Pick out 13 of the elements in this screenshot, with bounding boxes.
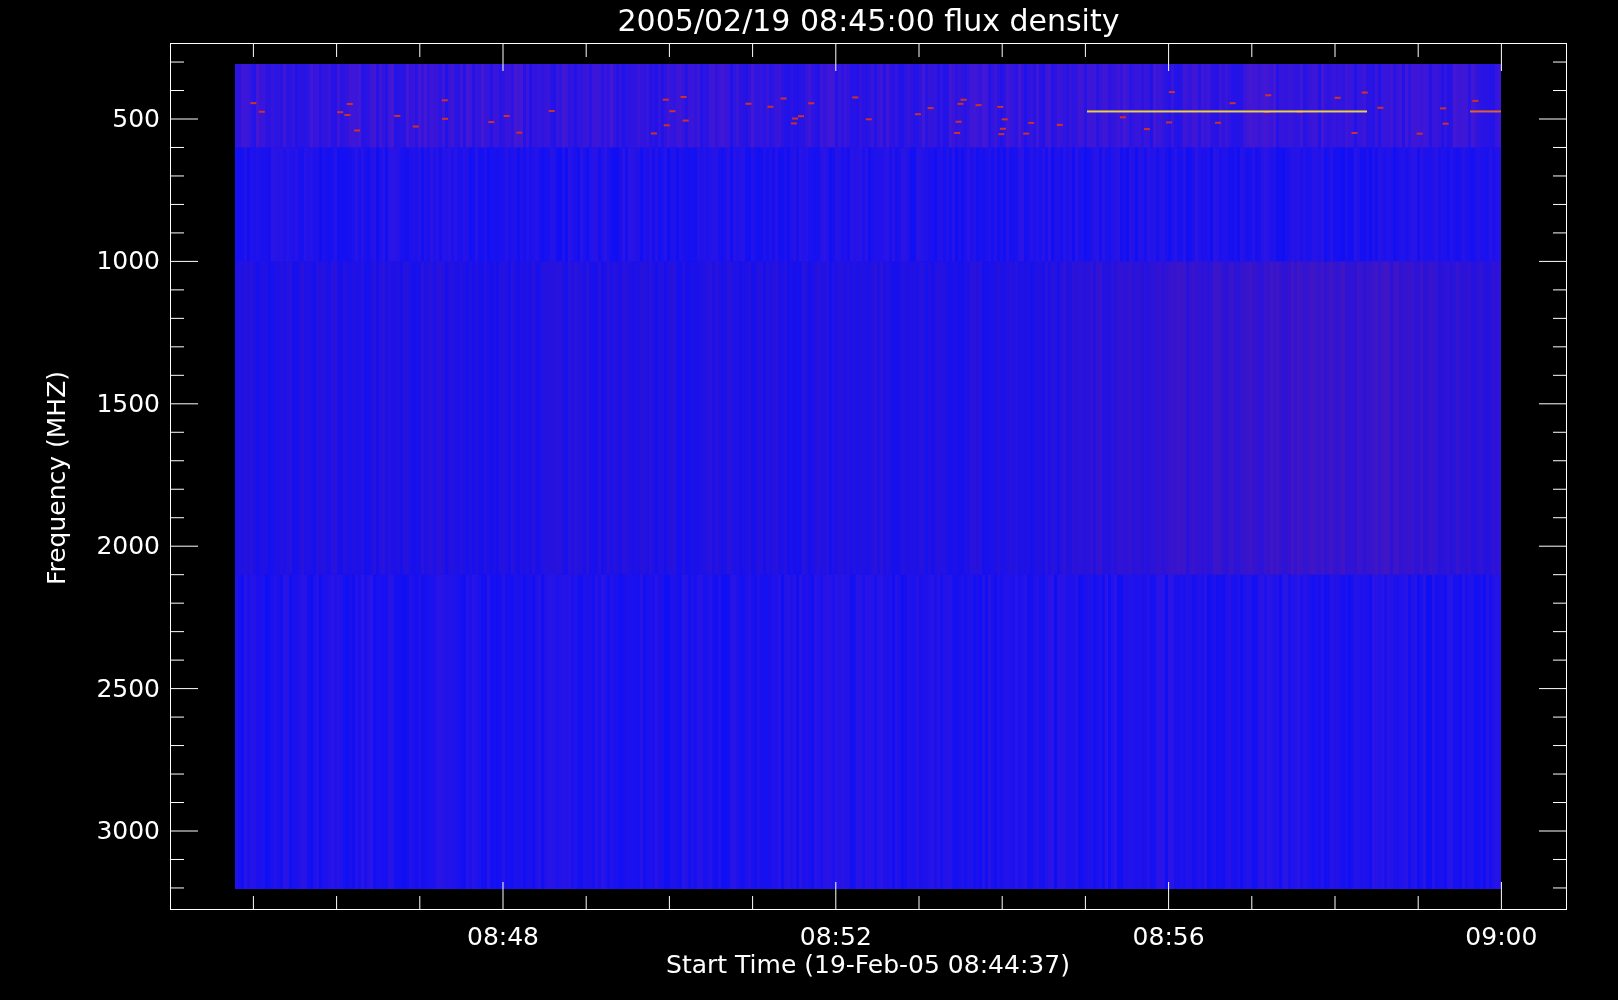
- x-tick-label: 08:48: [467, 922, 539, 952]
- x-axis-label: Start Time (19-Feb-05 08:44:37): [666, 950, 1070, 980]
- x-tick-label: 09:00: [1465, 922, 1538, 952]
- x-tick-label: 08:56: [1132, 922, 1205, 952]
- y-tick-label: 1000: [96, 246, 160, 277]
- y-tick-label: 2000: [96, 531, 160, 562]
- y-tick-label: 3000: [96, 816, 160, 846]
- y-tick-label: 500: [112, 104, 160, 134]
- y-tick-label: 1500: [96, 388, 160, 419]
- y-tick-label: 2500: [96, 673, 160, 704]
- plot-title: 2005/02/19 08:45:00 flux density: [616, 2, 1121, 40]
- y-axis-label: Frequency (MHZ): [42, 370, 72, 586]
- x-tick-label: 08:52: [799, 922, 872, 952]
